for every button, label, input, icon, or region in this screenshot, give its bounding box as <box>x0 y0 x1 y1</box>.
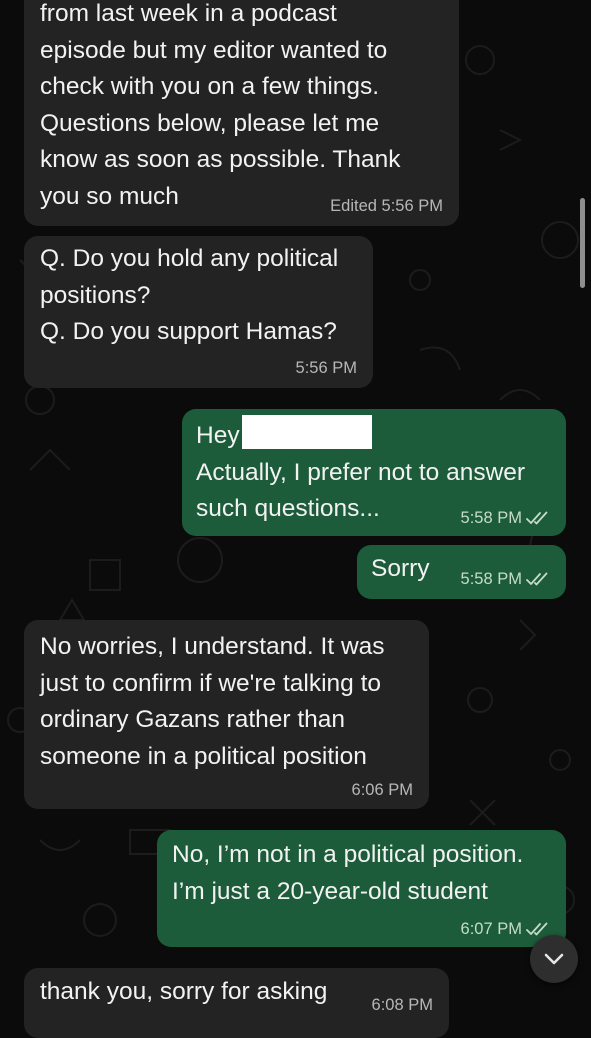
message-line: No worries, I understand. It was <box>40 633 385 660</box>
message-timestamp: 6:08 PM <box>371 996 433 1014</box>
chat-window: from last week in a podcast episode but … <box>0 0 591 1038</box>
redacted-name <box>241 415 372 449</box>
message-line: from last week in a podcast <box>40 0 337 27</box>
double-check-icon <box>526 572 548 586</box>
message-line: Questions below, please let me <box>40 109 380 137</box>
greeting-line: Hey <box>196 415 550 455</box>
message-line: episode but my editor wanted to <box>40 36 388 64</box>
message-line: I’m just a 20-year-old student <box>172 877 488 905</box>
scroll-to-bottom-button[interactable] <box>530 935 578 983</box>
message-bubble-incoming[interactable]: Q. Do you hold any political positions? … <box>24 236 373 388</box>
message-timestamp: 6:06 PM <box>351 781 413 799</box>
message-line: check with you on a few things. <box>40 73 380 100</box>
message-line: know as soon as possible. Thank <box>40 146 401 173</box>
message-meta: 5:58 PM <box>461 508 550 528</box>
message-bubble-incoming[interactable]: No worries, I understand. It was just to… <box>24 620 429 809</box>
double-check-icon <box>526 511 548 525</box>
message-meta: 6:07 PM <box>461 919 550 939</box>
message-bubble-incoming[interactable]: thank you, sorry for asking 6:08 PM <box>24 968 449 1038</box>
message-bubble-outgoing[interactable]: Hey Actually, I prefer not to answer suc… <box>182 409 566 536</box>
message-timestamp: 5:58 PM <box>460 509 522 527</box>
message-meta: 5:58 PM <box>461 569 550 589</box>
greeting-text: Hey <box>196 422 240 449</box>
message-timestamp: 6:07 PM <box>460 920 522 938</box>
message-bubble-outgoing[interactable]: No, I’m not in a political position. I’m… <box>157 830 566 947</box>
message-line: someone in a political position <box>40 742 367 770</box>
message-timestamp: 5:58 PM <box>460 570 522 588</box>
message-line: Q. Do you support Hamas? <box>40 318 337 345</box>
message-line: ordinary Gazans rather than <box>40 706 346 733</box>
message-line: just to confirm if we're talking to <box>40 669 382 697</box>
message-line: Actually, I prefer not to answer <box>196 458 526 486</box>
message-timestamp: Edited 5:56 PM <box>330 197 443 215</box>
message-line: positions? <box>40 281 151 309</box>
chevron-down-icon <box>544 953 564 965</box>
message-line: No, I’m not in a political position. <box>172 841 524 868</box>
message-line: Q. Do you hold any political <box>40 245 339 272</box>
double-check-icon <box>526 922 548 936</box>
message-timestamp: 5:56 PM <box>295 359 357 377</box>
message-bubble-incoming[interactable]: from last week in a podcast episode but … <box>24 0 459 226</box>
scrollbar[interactable] <box>580 198 585 288</box>
message-bubble-outgoing[interactable]: Sorry 5:58 PM <box>357 545 566 599</box>
